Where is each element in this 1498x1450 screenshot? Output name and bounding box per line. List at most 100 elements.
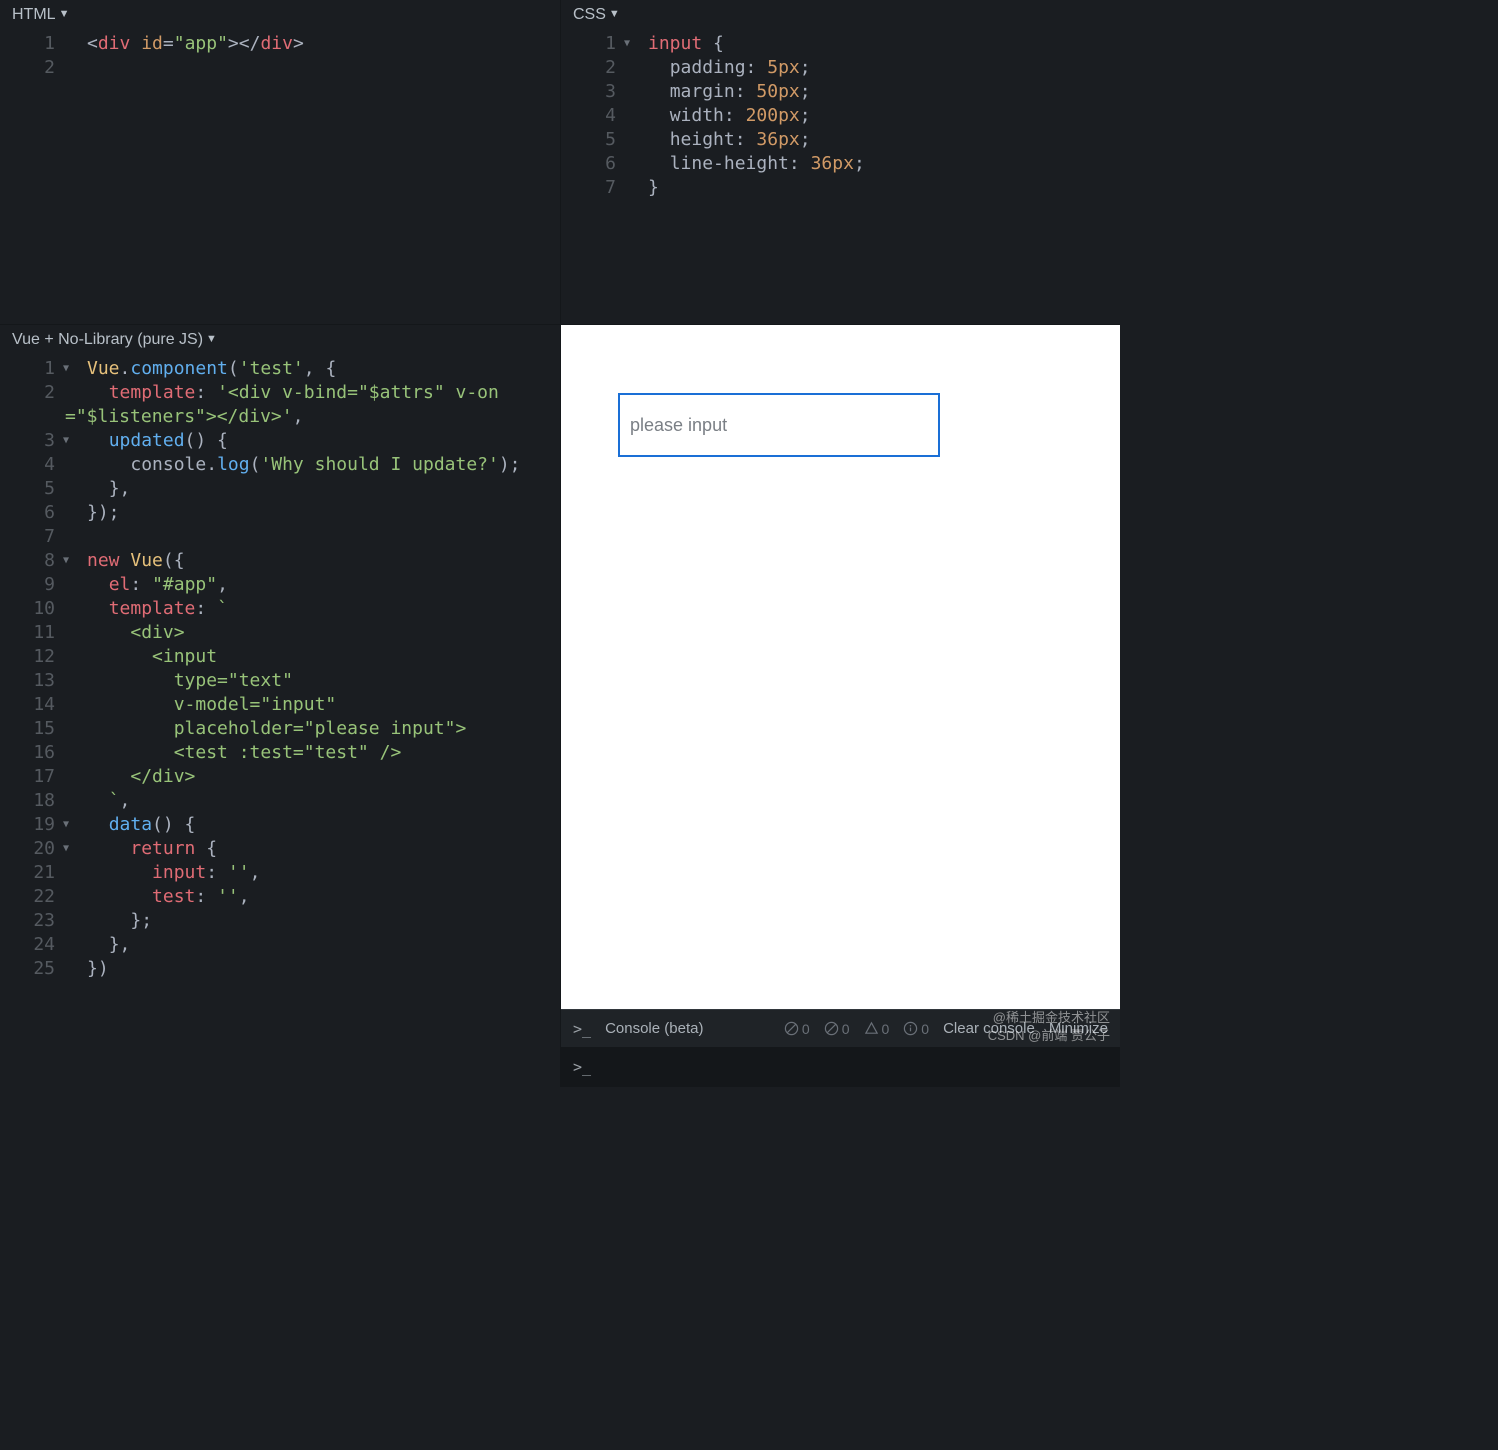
code-line[interactable]: 9 el: "#app",	[0, 573, 560, 597]
line-number: 7	[0, 525, 65, 549]
code-content: <div id="app"></div>	[65, 32, 560, 56]
fold-icon[interactable]: ▼	[63, 429, 69, 453]
code-content: width: 200px;	[626, 104, 1120, 128]
html-editor[interactable]: 1<div id="app"></div>2	[0, 32, 560, 80]
code-line[interactable]: 22 test: '',	[0, 885, 560, 909]
line-number: 11	[0, 621, 65, 645]
code-line[interactable]: 5 height: 36px;	[561, 128, 1120, 152]
line-number: 4	[0, 453, 65, 477]
code-content: v-model="input"	[65, 693, 560, 717]
code-line[interactable]: 2	[0, 56, 560, 80]
code-line[interactable]: 6});	[0, 501, 560, 525]
css-pane: CSS ▼ 1▼input {2 padding: 5px;3 margin: …	[561, 0, 1120, 325]
code-line[interactable]: 3▼ updated() {	[0, 429, 560, 453]
console-error-count[interactable]: 0	[784, 1021, 810, 1037]
preview-pane: >_ Console (beta) 0 0 0 0	[561, 325, 1120, 1087]
code-content: return {	[65, 837, 560, 861]
code-line[interactable]: 5 },	[0, 477, 560, 501]
code-line[interactable]: 25})	[0, 957, 560, 981]
console-prompt-icon: >_	[573, 1020, 591, 1038]
line-number: 9	[0, 573, 65, 597]
code-line[interactable]: 13 type="text"	[0, 669, 560, 693]
code-line[interactable]: 7	[0, 525, 560, 549]
css-editor[interactable]: 1▼input {2 padding: 5px;3 margin: 50px;4…	[561, 32, 1120, 200]
code-content: },	[65, 477, 560, 501]
line-number: 23	[0, 909, 65, 933]
code-line[interactable]: 7}	[561, 176, 1120, 200]
code-content: <input	[65, 645, 560, 669]
code-line[interactable]: 10 template: `	[0, 597, 560, 621]
code-line[interactable]: 15 placeholder="please input">	[0, 717, 560, 741]
code-content: <div>	[65, 621, 560, 645]
line-number: 2	[561, 56, 626, 80]
line-number: 20▼	[0, 837, 65, 861]
code-line[interactable]: 24 },	[0, 933, 560, 957]
code-content: updated() {	[65, 429, 560, 453]
code-line[interactable]: 8▼new Vue({	[0, 549, 560, 573]
code-line[interactable]: 1<div id="app"></div>	[0, 32, 560, 56]
js-pane-label: Vue + No-Library (pure JS)	[12, 331, 203, 349]
line-number: 14	[0, 693, 65, 717]
code-line[interactable]: 18 `,	[0, 789, 560, 813]
fold-icon[interactable]: ▼	[63, 813, 69, 837]
code-line[interactable]: 19▼ data() {	[0, 813, 560, 837]
code-line[interactable]: ="$listeners"></div>',	[0, 405, 560, 429]
code-content: }	[626, 176, 1120, 200]
chevron-down-icon: ▼	[206, 333, 217, 345]
code-content: ="$listeners"></div>',	[65, 405, 560, 429]
fold-icon[interactable]: ▼	[63, 837, 69, 861]
line-number: 6	[561, 152, 626, 176]
code-content: },	[65, 933, 560, 957]
line-number: 3	[561, 80, 626, 104]
forbidden-icon	[824, 1021, 839, 1036]
code-content: `,	[65, 789, 560, 813]
code-line[interactable]: 3 margin: 50px;	[561, 80, 1120, 104]
code-line[interactable]: 12 <input	[0, 645, 560, 669]
js-pane-header[interactable]: Vue + No-Library (pure JS) ▼	[0, 325, 560, 357]
code-line[interactable]: 2 padding: 5px;	[561, 56, 1120, 80]
preview-text-input[interactable]	[618, 393, 940, 457]
line-number: 17	[0, 765, 65, 789]
console-label[interactable]: Console (beta)	[605, 1020, 703, 1037]
code-line[interactable]: 11 <div>	[0, 621, 560, 645]
line-number: 16	[0, 741, 65, 765]
js-editor[interactable]: 1▼Vue.component('test', {2 template: '<d…	[0, 357, 560, 981]
info-icon	[903, 1021, 918, 1036]
code-line[interactable]: 4 console.log('Why should I update?');	[0, 453, 560, 477]
code-line[interactable]: 4 width: 200px;	[561, 104, 1120, 128]
code-line[interactable]: 1▼Vue.component('test', {	[0, 357, 560, 381]
line-number: 5	[561, 128, 626, 152]
code-line[interactable]: 20▼ return {	[0, 837, 560, 861]
code-line[interactable]: 14 v-model="input"	[0, 693, 560, 717]
code-line[interactable]: 21 input: '',	[0, 861, 560, 885]
code-line[interactable]: 1▼input {	[561, 32, 1120, 56]
fold-icon[interactable]: ▼	[63, 549, 69, 573]
line-number: 25	[0, 957, 65, 981]
line-number: 4	[561, 104, 626, 128]
code-content: input: '',	[65, 861, 560, 885]
line-number: 13	[0, 669, 65, 693]
console-input[interactable]: >_	[561, 1047, 1120, 1087]
code-content: data() {	[65, 813, 560, 837]
console-forbidden-count[interactable]: 0	[824, 1021, 850, 1037]
code-line[interactable]: 6 line-height: 36px;	[561, 152, 1120, 176]
line-number: 5	[0, 477, 65, 501]
code-line[interactable]: 16 <test :test="test" />	[0, 741, 560, 765]
warning-icon	[864, 1021, 879, 1036]
code-line[interactable]: 2 template: '<div v-bind="$attrs" v-on	[0, 381, 560, 405]
line-number: 24	[0, 933, 65, 957]
line-number: 1	[0, 32, 65, 56]
chevron-down-icon: ▼	[609, 8, 620, 20]
fold-icon[interactable]: ▼	[624, 32, 630, 56]
console-input-prompt-icon: >_	[573, 1058, 591, 1076]
console-info-count[interactable]: 0	[903, 1021, 929, 1037]
html-pane-header[interactable]: HTML ▼	[0, 0, 560, 32]
css-pane-header[interactable]: CSS ▼	[561, 0, 1120, 32]
line-number: 12	[0, 645, 65, 669]
forbidden-icon	[784, 1021, 799, 1036]
fold-icon[interactable]: ▼	[63, 357, 69, 381]
code-line[interactable]: 17 </div>	[0, 765, 560, 789]
console-warn-count[interactable]: 0	[864, 1021, 890, 1037]
code-content: input {	[626, 32, 1120, 56]
code-line[interactable]: 23 };	[0, 909, 560, 933]
